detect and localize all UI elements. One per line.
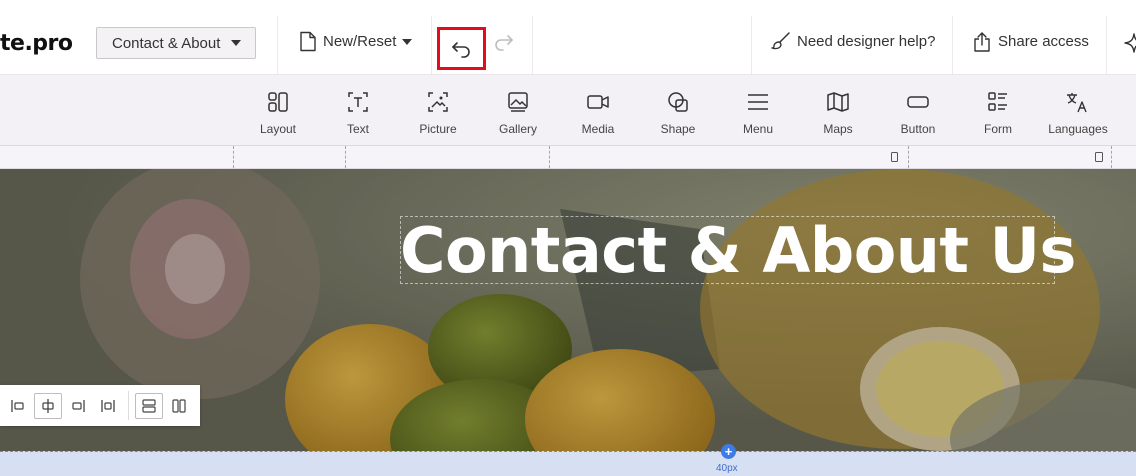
logo: te.pro: [0, 31, 73, 56]
video-icon: [587, 95, 609, 109]
file-icon: [300, 31, 316, 52]
tool-label: Maps: [823, 122, 853, 136]
divider: [128, 391, 129, 420]
tool-gallery[interactable]: Gallery: [480, 91, 556, 136]
tool-picture[interactable]: Picture: [400, 91, 476, 136]
tool-button[interactable]: Button: [880, 91, 956, 136]
align-left-icon: [11, 400, 24, 412]
align-center-icon: [42, 399, 54, 413]
designer-help-label: Need designer help?: [797, 32, 936, 50]
redo-icon: [495, 35, 513, 51]
tool-label: Layout: [259, 122, 297, 136]
tool-menu[interactable]: Menu: [720, 91, 796, 136]
tool-layout[interactable]: Layout: [240, 91, 316, 136]
breakpoint-guide: [345, 146, 346, 168]
align-right-button[interactable]: [64, 393, 92, 419]
stack-vertical-icon: [142, 399, 156, 413]
tool-shape[interactable]: Shape: [640, 91, 716, 136]
breakpoint-guide: [908, 146, 909, 168]
tool-label: Media: [581, 122, 615, 136]
sparkle-icon: [1124, 33, 1136, 53]
paintbrush-icon: [771, 32, 790, 50]
tool-label: Button: [900, 122, 936, 136]
align-left-button[interactable]: [4, 393, 32, 419]
add-section-button[interactable]: +: [721, 444, 736, 459]
new-reset-label: New/Reset: [323, 33, 397, 50]
undo-button[interactable]: [437, 27, 486, 70]
share-access-label: Share access: [998, 33, 1089, 50]
text-icon: [348, 92, 368, 112]
tool-media[interactable]: Media: [560, 91, 636, 136]
hero-title[interactable]: Contact & About Us: [400, 213, 1076, 289]
breakpoint-guide: [1111, 146, 1112, 168]
menu-icon: [748, 94, 768, 110]
tool-label: Gallery: [498, 122, 537, 136]
share-icon: [974, 32, 990, 52]
languages-icon: [1067, 93, 1087, 113]
tool-label: Text: [346, 122, 369, 136]
layout-icon: [268, 92, 288, 112]
alignment-toolbar: [0, 385, 200, 426]
share-access-button[interactable]: Share access: [972, 31, 1089, 52]
divider: [431, 16, 432, 74]
section-spacing-handle[interactable]: [0, 451, 1136, 476]
layout-horizontal-button[interactable]: [165, 393, 193, 419]
page-selector-dropdown[interactable]: Contact & About: [96, 27, 256, 59]
divider: [1106, 16, 1107, 74]
breakpoint-guide: [549, 146, 550, 168]
page-selector-label: Contact & About: [112, 34, 221, 52]
map-icon: [827, 92, 849, 112]
chevron-down-icon: [402, 38, 413, 45]
breakpoint-ruler: [0, 146, 1136, 169]
divider: [751, 16, 752, 74]
tool-label: Languages: [1048, 122, 1108, 136]
divider: [532, 16, 533, 74]
tool-maps[interactable]: Maps: [800, 91, 876, 136]
picture-icon: [428, 92, 448, 112]
gallery-icon: [508, 92, 528, 112]
tool-form[interactable]: Form: [960, 91, 1036, 136]
divider: [277, 16, 278, 74]
tablet-device-icon[interactable]: [1095, 152, 1103, 162]
shape-icon: [668, 92, 688, 112]
tool-label: Form: [984, 122, 1012, 136]
element-toolbar: Layout Text Picture Gallery Media Shape …: [0, 75, 1136, 146]
redo-button[interactable]: [492, 33, 514, 55]
undo-icon: [451, 41, 470, 58]
divider: [952, 16, 953, 74]
tool-label: Picture: [419, 122, 457, 136]
chevron-down-icon: [231, 40, 241, 46]
new-reset-button[interactable]: New/Reset: [299, 31, 413, 52]
align-right-icon: [72, 400, 85, 412]
tool-text[interactable]: Text: [320, 91, 396, 136]
stack-horizontal-icon: [172, 399, 186, 413]
stretch-icon: [101, 400, 115, 412]
breakpoint-guide: [233, 146, 234, 168]
button-icon: [907, 96, 929, 108]
tool-label: Shape: [660, 122, 696, 136]
top-bar: te.pro Contact & About New/Reset Need de…: [0, 0, 1136, 75]
sparkle-button[interactable]: [1124, 33, 1136, 60]
form-icon: [988, 92, 1007, 111]
layout-vertical-button[interactable]: [135, 393, 163, 419]
mobile-device-icon[interactable]: [891, 152, 898, 162]
tool-label: Menu: [742, 122, 774, 136]
tool-languages[interactable]: Languages: [1040, 91, 1116, 136]
spacing-value: 40px: [716, 463, 738, 474]
align-center-button[interactable]: [34, 393, 62, 419]
designer-help-button[interactable]: Need designer help?: [771, 31, 935, 51]
align-stretch-button[interactable]: [94, 393, 122, 419]
